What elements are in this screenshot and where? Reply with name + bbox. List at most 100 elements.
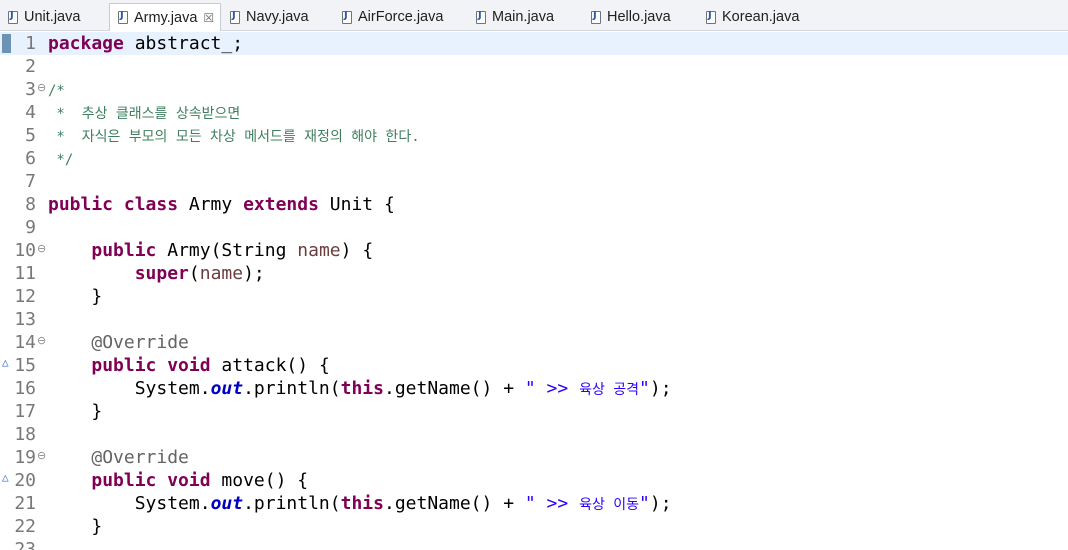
tab-label: AirForce.java <box>358 9 444 25</box>
code-token: .println( <box>243 493 341 514</box>
code-token: } <box>48 286 103 307</box>
code-line[interactable]: 8 public class Army extends Unit { <box>0 193 1068 216</box>
code-line[interactable]: 21 System.out.println(this.getName() + "… <box>0 492 1068 515</box>
java-file-icon <box>118 10 128 24</box>
line-number: 2 <box>25 56 36 77</box>
code-line[interactable]: 19 ⊖ @Override <box>0 446 1068 469</box>
line-number: 23 <box>14 539 36 550</box>
code-line[interactable]: 2 <box>0 55 1068 78</box>
java-file-icon <box>591 10 601 24</box>
code-line[interactable]: 11 super(name); <box>0 262 1068 285</box>
code-text: public Army(String name) { <box>48 239 373 262</box>
code-text: public class Army extends Unit { <box>48 193 395 216</box>
java-file-icon <box>342 10 352 24</box>
line-number: 19 <box>14 447 36 468</box>
line-number: 8 <box>25 194 36 215</box>
code-token: * 추상 클래스를 상속받으면 <box>48 106 241 122</box>
code-line[interactable]: 9 <box>0 216 1068 239</box>
code-token: " <box>639 378 650 399</box>
code-line[interactable]: 13 <box>0 308 1068 331</box>
code-token: System. <box>48 493 211 514</box>
code-line[interactable]: 16 System.out.println(this.getName() + "… <box>0 377 1068 400</box>
code-token: public void <box>91 470 211 491</box>
code-token: Unit { <box>318 194 395 215</box>
code-line[interactable]: 7 <box>0 170 1068 193</box>
code-text: package abstract_; <box>48 32 243 55</box>
line-number: 11 <box>14 263 36 284</box>
tab-label: Unit.java <box>24 9 81 25</box>
code-text: @Override <box>48 446 189 469</box>
line-number: 12 <box>14 286 36 307</box>
fold-toggle-icon[interactable]: ⊖ <box>37 239 46 259</box>
tab-korean-java[interactable]: Korean.java <box>698 3 818 31</box>
code-text: public void move() { <box>48 469 308 492</box>
code-token: ); <box>243 263 265 284</box>
tab-label: Navy.java <box>246 9 309 25</box>
code-token: move() { <box>210 470 309 491</box>
java-file-icon <box>8 10 18 24</box>
line-number: 7 <box>25 171 36 192</box>
fold-toggle-icon[interactable]: ⊖ <box>37 78 46 98</box>
code-text: public void attack() { <box>48 354 329 377</box>
code-token: ); <box>649 378 672 399</box>
fold-toggle-icon[interactable]: ⊖ <box>37 446 46 466</box>
code-line[interactable]: 23 <box>0 538 1068 550</box>
code-line[interactable]: 22 } <box>0 515 1068 538</box>
java-file-icon <box>476 10 486 24</box>
code-line[interactable]: 14 ⊖ @Override <box>0 331 1068 354</box>
code-token: " <box>639 493 650 514</box>
code-line[interactable]: 1 package abstract_; <box>0 32 1068 55</box>
tab-navy-java[interactable]: Navy.java <box>222 3 333 31</box>
tab-airforce-java[interactable]: AirForce.java <box>334 3 467 31</box>
code-line[interactable]: △ 15 public void attack() { <box>0 354 1068 377</box>
code-token: out <box>210 493 244 514</box>
code-token: 육상 공격 <box>579 382 640 398</box>
code-token: name <box>297 240 341 261</box>
code-line[interactable]: 6 */ <box>0 147 1068 170</box>
tab-main-java[interactable]: Main.java <box>468 3 582 31</box>
line-number: 4 <box>25 102 36 123</box>
code-line[interactable]: 17 } <box>0 400 1068 423</box>
code-token: extends <box>243 194 319 215</box>
code-token: } <box>48 401 103 422</box>
java-file-icon <box>706 10 716 24</box>
code-token: " >> <box>524 378 580 399</box>
code-line[interactable]: 18 <box>0 423 1068 446</box>
code-token: */ <box>48 152 74 168</box>
code-text: @Override <box>48 331 189 354</box>
code-text: System.out.println(this.getName() + " >>… <box>48 492 672 517</box>
current-line-ruler-marker <box>2 34 11 53</box>
line-number: 14 <box>14 332 36 353</box>
tab-army-java[interactable]: Army.java ☒ <box>109 3 221 31</box>
tab-label: Hello.java <box>607 9 671 25</box>
code-line[interactable]: 3 ⊖/* <box>0 78 1068 101</box>
tab-unit-java[interactable]: Unit.java <box>0 3 108 31</box>
line-number: 16 <box>14 378 36 399</box>
code-token: " >> <box>524 493 580 514</box>
code-token: System. <box>48 378 211 399</box>
code-line[interactable]: △ 20 public void move() { <box>0 469 1068 492</box>
code-token: public <box>91 240 157 261</box>
close-icon[interactable]: ☒ <box>203 12 214 24</box>
code-token: abstract_; <box>123 33 244 54</box>
code-token: public class <box>48 194 179 215</box>
code-token: package <box>48 33 124 54</box>
code-token: /* <box>48 83 65 99</box>
line-number: 20 <box>14 470 36 491</box>
code-line[interactable]: 10 ⊖ public Army(String name) { <box>0 239 1068 262</box>
code-line[interactable]: 4 * 추상 클래스를 상속받으면 <box>0 101 1068 124</box>
code-line[interactable]: 12 } <box>0 285 1068 308</box>
line-number: 21 <box>14 493 36 514</box>
line-number: 6 <box>25 148 36 169</box>
code-token: Army <box>178 194 244 215</box>
code-text: super(name); <box>48 262 265 285</box>
tab-hello-java[interactable]: Hello.java <box>583 3 697 31</box>
code-editor[interactable]: 1 package abstract_; 2 3 ⊖/* 4 * 추상 클래스를 상속받으… <box>0 32 1068 550</box>
fold-toggle-icon[interactable]: ⊖ <box>37 331 46 351</box>
code-line[interactable]: 5 * 자식은 부모의 모든 차상 메서드를 재정의 해야 한다. <box>0 124 1068 147</box>
